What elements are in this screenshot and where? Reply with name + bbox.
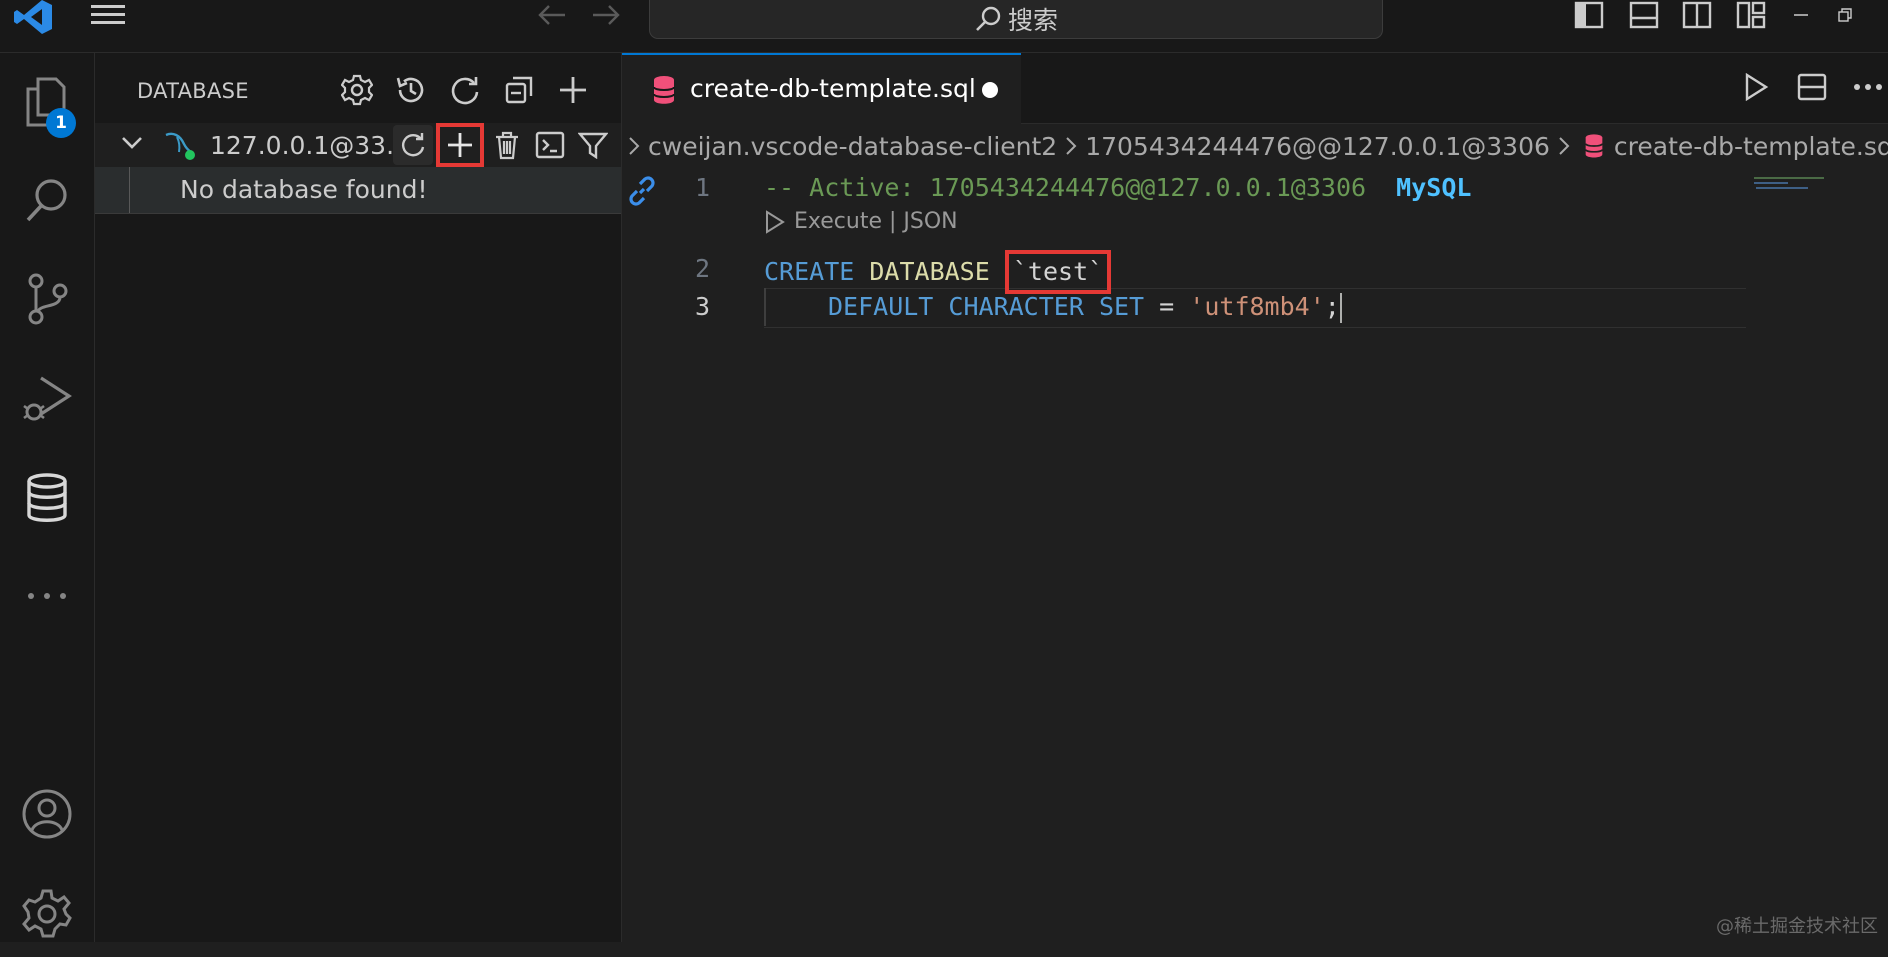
settings-gear-icon[interactable] bbox=[0, 871, 94, 957]
explorer-badge: 1 bbox=[46, 108, 76, 138]
codelens-label[interactable]: Execute | JSON bbox=[794, 209, 958, 234]
chevron-down-icon[interactable] bbox=[121, 135, 143, 154]
indent-guide bbox=[764, 288, 766, 326]
history-icon[interactable] bbox=[391, 70, 431, 110]
keyword-token: CREATE bbox=[764, 257, 855, 286]
semicolon-token: ; bbox=[1324, 292, 1340, 321]
sql-file-icon bbox=[652, 75, 676, 109]
account-icon[interactable] bbox=[0, 771, 94, 857]
connection-row[interactable]: 127.0.0.1@33... bbox=[95, 123, 621, 167]
source-control-icon[interactable] bbox=[0, 256, 94, 342]
more-icon[interactable] bbox=[0, 553, 94, 639]
connection-label: 127.0.0.1@33... bbox=[210, 131, 410, 160]
toggle-panel-icon[interactable] bbox=[1627, 0, 1661, 30]
back-arrow-icon[interactable] bbox=[534, 0, 570, 30]
code-line: 3 DEFAULT CHARACTER SET = 'utf8mb4'; bbox=[622, 288, 1742, 332]
unsaved-dot-icon[interactable] bbox=[982, 82, 998, 98]
filter-icon[interactable] bbox=[573, 125, 613, 165]
database-sidebar: DATABASE 127.0.0.1@33... No database fou… bbox=[95, 53, 622, 942]
split-editor-icon[interactable] bbox=[1792, 67, 1832, 107]
codelens[interactable]: Execute | JSON bbox=[764, 209, 958, 234]
code-text: DEFAULT CHARACTER SET = 'utf8mb4'; bbox=[828, 292, 1342, 323]
mysql-connection-icon bbox=[163, 127, 197, 165]
settings-icon[interactable] bbox=[337, 70, 377, 110]
breadcrumb-item[interactable]: cweijan.vscode-database-client2 bbox=[648, 132, 1057, 161]
customize-layout-icon[interactable] bbox=[1734, 0, 1768, 30]
title-bar: 搜索 bbox=[0, 0, 1888, 53]
refresh-icon[interactable] bbox=[445, 70, 485, 110]
breadcrumb-item[interactable]: create-db-template.sql bbox=[1614, 132, 1888, 161]
watermark: @稀土掘金技术社区 bbox=[1716, 916, 1878, 937]
minimap[interactable] bbox=[1752, 175, 1842, 195]
line-number: 1 bbox=[694, 173, 710, 202]
database-name-token: `test` bbox=[1004, 250, 1112, 294]
search-placeholder: 搜索 bbox=[1007, 6, 1058, 35]
keyword-token: CHARACTER bbox=[948, 292, 1084, 321]
keyword-token: DEFAULT bbox=[828, 292, 934, 321]
search-icon[interactable] bbox=[0, 157, 94, 243]
tab-label: create-db-template.sql bbox=[690, 74, 976, 103]
sidebar-actions bbox=[337, 70, 593, 110]
run-icon[interactable] bbox=[1736, 67, 1776, 107]
codelens-run-icon bbox=[766, 209, 785, 234]
more-actions-icon[interactable] bbox=[1848, 67, 1888, 107]
command-center-search[interactable]: 搜索 bbox=[649, 0, 1383, 39]
line-number: 3 bbox=[694, 292, 710, 321]
empty-database-row: No database found! bbox=[95, 167, 621, 214]
tab-bar: create-db-template.sql bbox=[622, 53, 1888, 124]
chevron-right-icon bbox=[628, 136, 640, 156]
run-debug-icon[interactable] bbox=[0, 355, 94, 441]
toggle-secondary-sidebar-icon[interactable] bbox=[1680, 0, 1714, 30]
breadcrumb-item[interactable]: 1705434244476@@127.0.0.1@3306 bbox=[1085, 132, 1550, 161]
tab-create-db-template[interactable]: create-db-template.sql bbox=[622, 53, 1021, 124]
delete-icon[interactable] bbox=[487, 125, 527, 165]
keyword-token: SET bbox=[1098, 292, 1145, 321]
toggle-primary-sidebar-icon[interactable] bbox=[1572, 0, 1606, 30]
create-database-button[interactable] bbox=[436, 123, 484, 167]
terminal-icon[interactable] bbox=[530, 125, 570, 165]
explorer-icon[interactable]: 1 bbox=[0, 58, 94, 144]
search-icon bbox=[974, 5, 1002, 33]
sidebar-title: DATABASE bbox=[137, 79, 249, 103]
editor-actions bbox=[1736, 67, 1888, 107]
editor-area: create-db-template.sql cweijan.vscode-da… bbox=[622, 53, 1888, 942]
code-line: 1 -- Active: 1705434244476@@127.0.0.1@33… bbox=[622, 173, 1742, 213]
add-connection-icon[interactable] bbox=[553, 70, 593, 110]
collapse-all-icon[interactable] bbox=[499, 70, 539, 110]
connection-actions bbox=[393, 123, 613, 167]
operator-token: = bbox=[1159, 292, 1175, 321]
code-text: CREATE DATABASE `test` bbox=[764, 250, 1112, 294]
tree-indent-guide bbox=[129, 167, 130, 213]
minimize-icon[interactable] bbox=[1788, 0, 1814, 30]
forward-arrow-icon[interactable] bbox=[588, 0, 624, 30]
activity-bar: 1 bbox=[0, 53, 95, 942]
menu-icon[interactable] bbox=[88, 0, 128, 30]
code-line: 2 CREATE DATABASE `test` bbox=[622, 250, 1742, 294]
line-number: 2 bbox=[694, 254, 710, 283]
restore-icon[interactable] bbox=[1832, 0, 1858, 30]
string-token: 'utf8mb4' bbox=[1189, 292, 1325, 321]
text-cursor bbox=[1339, 293, 1342, 323]
database-icon[interactable] bbox=[0, 455, 94, 541]
keyword-token: DATABASE bbox=[869, 257, 990, 286]
refresh-connection-icon[interactable] bbox=[393, 125, 433, 165]
db-type-token: MySQL bbox=[1396, 173, 1472, 202]
code-editor[interactable]: 1 -- Active: 1705434244476@@127.0.0.1@33… bbox=[622, 171, 1888, 931]
vscode-logo-icon bbox=[10, 0, 56, 34]
code-text: -- Active: 1705434244476@@127.0.0.1@3306… bbox=[764, 173, 1471, 202]
empty-message: No database found! bbox=[180, 175, 428, 204]
chevron-right-icon bbox=[1065, 136, 1077, 156]
breadcrumb: cweijan.vscode-database-client2 17054342… bbox=[622, 124, 1888, 168]
sql-file-icon bbox=[1584, 133, 1604, 159]
chevron-right-icon bbox=[1558, 136, 1570, 156]
comment-token: -- Active: 1705434244476@@127.0.0.1@3306 bbox=[764, 173, 1367, 202]
